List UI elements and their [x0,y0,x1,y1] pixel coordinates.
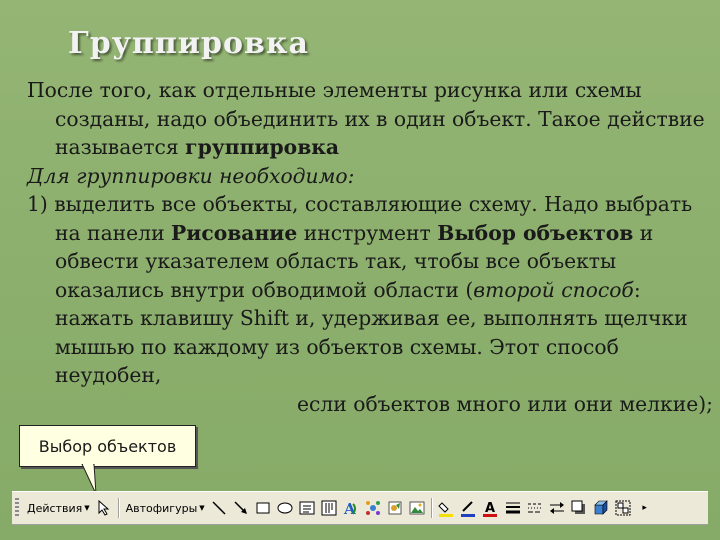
actions-menu-label: Действия [27,501,83,515]
slide-title: Группировка [68,26,309,61]
term-drawing-panel: Рисование [171,220,298,245]
intro-text: После того, как отдельные элементы рисун… [27,78,705,159]
group-icon[interactable] [614,499,632,517]
svg-text:A: A [485,501,495,516]
line-icon[interactable] [210,499,228,517]
rectangle-icon[interactable] [254,499,272,517]
toolbar-separator [430,498,433,518]
actions-menu-button[interactable]: Действия ▼ [24,496,93,520]
drawing-toolbar: Действия ▼ Автофигуры ▼ A A ▸ [12,491,708,525]
select-objects-icon[interactable] [95,499,113,517]
arrow-style-icon[interactable] [548,499,566,517]
vertical-text-icon[interactable] [320,499,338,517]
3d-icon[interactable] [592,499,610,517]
dash-style-icon[interactable] [526,499,544,517]
clipart-icon[interactable] [386,499,404,517]
term-second-method: второй способ [473,277,634,302]
chevron-down-icon: ▼ [199,504,205,512]
paragraph-intro: После того, как отдельные элементы рисун… [27,76,717,162]
select-objects-tooltip: Выбор объектов [19,425,196,467]
paragraph-step-1: 1) выделить все объекты, составляющие сх… [27,190,717,418]
font-color-icon[interactable]: A [482,499,500,517]
autoshapes-menu-label: Автофигуры [125,501,198,515]
term-grouping: группировка [185,135,340,159]
shadow-icon[interactable] [570,499,588,517]
autoshapes-menu-button[interactable]: Автофигуры ▼ [123,496,208,520]
wordart-icon[interactable]: A [342,499,360,517]
line-color-icon[interactable] [460,499,478,517]
toolbar-options-icon[interactable]: ▸ [636,499,654,517]
chevron-down-icon: ▼ [84,504,90,512]
slide-body: После того, как отдельные элементы рисун… [27,76,717,418]
step-text-c: инструмент [297,220,438,245]
arrow-icon[interactable] [232,499,250,517]
step-text-h: если объектов много или они мелкие); [297,391,713,416]
requirements-text: Для группировки необходимо: [27,163,355,188]
term-select-objects: Выбор объектов [437,220,634,245]
oval-icon[interactable] [276,499,294,517]
textbox-icon[interactable] [298,499,316,517]
picture-icon[interactable] [408,499,426,517]
paragraph-requirements: Для группировки необходимо: [27,162,717,191]
fill-color-icon[interactable] [437,499,456,517]
toolbar-grip[interactable] [15,498,19,518]
line-style-icon[interactable] [504,499,522,517]
diagram-icon[interactable] [364,499,382,517]
toolbar-separator [117,498,120,518]
